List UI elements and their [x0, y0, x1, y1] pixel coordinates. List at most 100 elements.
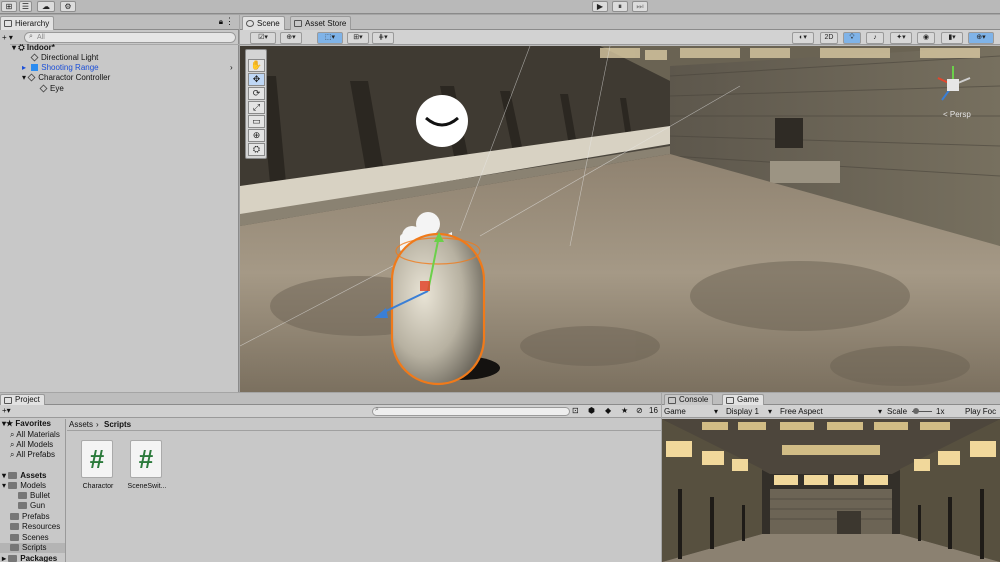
- tree-item-models[interactable]: ▾ Models: [2, 481, 46, 491]
- game-toolbar: Game ▾ Display 1 ▾ Free Aspect ▾ Scale 1x P…: [662, 405, 1000, 418]
- toggle-2d-button[interactable]: 2D: [820, 32, 838, 44]
- scene-tab-icon: [246, 20, 254, 27]
- top-toolbar: ⊞ ☰ ☁ ⚙ ▶ ⏸ ⏭: [0, 0, 1000, 14]
- scene-viewport[interactable]: ✋ ✥ ⟳ ⤢ ▭ ⊕ ⛭ < Persp: [240, 46, 1000, 392]
- plus-menu-icon[interactable]: ⊞: [1, 1, 17, 12]
- assets-header[interactable]: ▾ Assets: [2, 471, 47, 481]
- wall-window: [775, 118, 803, 148]
- tree-item-gun[interactable]: Gun: [18, 501, 45, 511]
- tree-item-prefabs[interactable]: Prefabs: [10, 512, 50, 522]
- gamepad-icon: [726, 397, 734, 404]
- hierarchy-item-charactor-controller[interactable]: ▾ Charactor Controller: [22, 73, 110, 83]
- foldout-arrow-icon: ▸: [22, 63, 27, 72]
- tree-item-resources[interactable]: Resources: [10, 522, 60, 532]
- add-menu-button[interactable]: + ▾: [2, 32, 22, 43]
- game-viewport[interactable]: [662, 419, 1000, 562]
- hidden-packages-icon[interactable]: ⊘: [636, 406, 643, 415]
- project-tabbar: Project: [0, 393, 661, 405]
- lighting-toggle[interactable]: 💡︎: [843, 32, 861, 44]
- scene-tabbar: Scene Asset Store: [240, 15, 1000, 30]
- camera-dropdown[interactable]: ▮▾: [941, 32, 963, 44]
- tree-item-scenes[interactable]: Scenes: [10, 533, 49, 543]
- scene-visibility-toggle[interactable]: ◉: [917, 32, 935, 44]
- hierarchy-search[interactable]: ⌕ All: [24, 32, 236, 43]
- favorite-all-materials[interactable]: ⌕ All Materials: [10, 430, 60, 440]
- tab-hierarchy[interactable]: Hierarchy: [0, 16, 55, 30]
- rect-tool-icon[interactable]: ▭: [248, 115, 265, 128]
- kebab-menu-icon[interactable]: ⋮: [225, 16, 234, 27]
- folder-icon: [10, 534, 19, 541]
- game-mode-dropdown[interactable]: Game ▾: [664, 406, 720, 417]
- play-button[interactable]: ▶: [592, 1, 608, 12]
- folder-icon: [10, 544, 19, 551]
- persp-label[interactable]: < Persp: [943, 110, 971, 119]
- play-focused-dropdown[interactable]: Play Foc: [965, 406, 996, 417]
- gizmos-dropdown[interactable]: ⊕▾: [968, 32, 994, 44]
- hand-tool-icon[interactable]: ✋: [248, 59, 265, 72]
- star-icon: ▾★: [2, 419, 16, 428]
- character-capsule[interactable]: [390, 232, 486, 386]
- project-toolbar: +▾ ⌕ ⊡ ⬢ ◆ ★ ⊘ 16: [0, 405, 661, 418]
- layers-menu-icon[interactable]: ☰: [19, 1, 32, 12]
- pause-button[interactable]: ⏸: [612, 1, 628, 12]
- scale-value: 1x: [936, 407, 945, 416]
- display-dropdown[interactable]: Display 1 ▾: [726, 406, 774, 417]
- favorite-star-icon[interactable]: ★: [621, 406, 628, 415]
- tree-item-scripts[interactable]: Scripts: [0, 543, 65, 553]
- grid-snap-dropdown[interactable]: ⊞▾: [347, 32, 369, 44]
- tree-item-bullet[interactable]: Bullet: [18, 491, 50, 501]
- increment-snap-dropdown[interactable]: ⋕▾: [372, 32, 394, 44]
- favorites-header[interactable]: ▾★ Favorites: [2, 419, 51, 429]
- asset-file-charactor[interactable]: # Charactor: [76, 440, 120, 496]
- step-button[interactable]: ⏭: [632, 1, 648, 12]
- search-by-type-icon[interactable]: ⊡: [572, 406, 579, 415]
- open-prefab-arrow-icon[interactable]: ›: [230, 63, 233, 72]
- favorite-all-models[interactable]: ⌕ All Models: [10, 440, 53, 450]
- hierarchy-item-shooting-range[interactable]: ▸ Shooting Range: [22, 63, 99, 73]
- project-search-input[interactable]: ⌕: [372, 406, 570, 416]
- project-panel: Project +▾ ⌕ ⊡ ⬢ ◆ ★ ⊘ 16 ▾★ Favorites ⌕…: [0, 393, 661, 562]
- scale-tool-icon[interactable]: ⤢: [248, 101, 265, 114]
- shading-mode-dropdown[interactable]: ◐▾: [792, 32, 814, 44]
- favorite-all-prefabs[interactable]: ⌕ All Prefabs: [10, 450, 55, 460]
- transform-tool-icon[interactable]: ⊕: [248, 129, 265, 142]
- hierarchy-item-directional-light[interactable]: Directional Light: [30, 53, 98, 63]
- settings-gear-icon[interactable]: ⚙: [60, 1, 76, 12]
- tab-asset-store[interactable]: Asset Store: [290, 16, 352, 30]
- draw-mode-dropdown[interactable]: ☑▾: [250, 32, 276, 44]
- scale-slider-thumb[interactable]: [913, 408, 919, 414]
- effects-dropdown[interactable]: ✦▾: [890, 32, 912, 44]
- lock-icon[interactable]: 🔒︎: [219, 17, 223, 27]
- move-tool-icon[interactable]: ✥: [248, 73, 265, 86]
- tab-project[interactable]: Project: [0, 394, 45, 405]
- folder-tab-icon: [4, 397, 12, 404]
- rotate-tool-icon[interactable]: ⟳: [248, 87, 265, 100]
- breadcrumb-separator-icon: ›: [96, 420, 99, 429]
- store-icon: [294, 20, 302, 27]
- aspect-dropdown[interactable]: Free Aspect ▾: [780, 406, 884, 417]
- custom-tool-icon[interactable]: ⛭: [248, 143, 265, 156]
- packages-header[interactable]: ▸ Packages: [2, 554, 57, 562]
- cloud-icon[interactable]: ☁: [37, 1, 55, 12]
- tab-game[interactable]: Game: [722, 394, 764, 405]
- search-by-label-icon[interactable]: ⬢: [588, 406, 595, 415]
- breadcrumb-assets[interactable]: Assets: [69, 420, 93, 429]
- orientation-gizmo[interactable]: [930, 62, 976, 108]
- label-icon[interactable]: ◆: [605, 406, 611, 415]
- csharp-script-icon: #: [81, 440, 113, 478]
- create-menu-button[interactable]: +▾: [2, 406, 11, 415]
- search-icon: ⌕: [375, 406, 379, 413]
- chevron-down-icon: ▾: [768, 407, 773, 416]
- audio-toggle[interactable]: ♪: [866, 32, 884, 44]
- hierarchy-item-eye[interactable]: Eye: [39, 84, 64, 94]
- tab-console[interactable]: Console: [664, 394, 714, 405]
- search-placeholder: All: [37, 34, 45, 41]
- global-local-dropdown[interactable]: ⊕▾: [280, 32, 302, 44]
- tab-scene[interactable]: Scene: [242, 16, 285, 30]
- asset-file-sceneswitcher[interactable]: # SceneSwit...: [125, 440, 169, 496]
- csharp-script-icon: #: [130, 440, 162, 478]
- scene-root[interactable]: ▾ ⛭ Indoor*: [12, 43, 55, 53]
- pivot-toggle[interactable]: ⬚▾: [317, 32, 343, 44]
- gameobject-icon: [39, 84, 48, 93]
- breadcrumb-scripts[interactable]: Scripts: [104, 420, 131, 429]
